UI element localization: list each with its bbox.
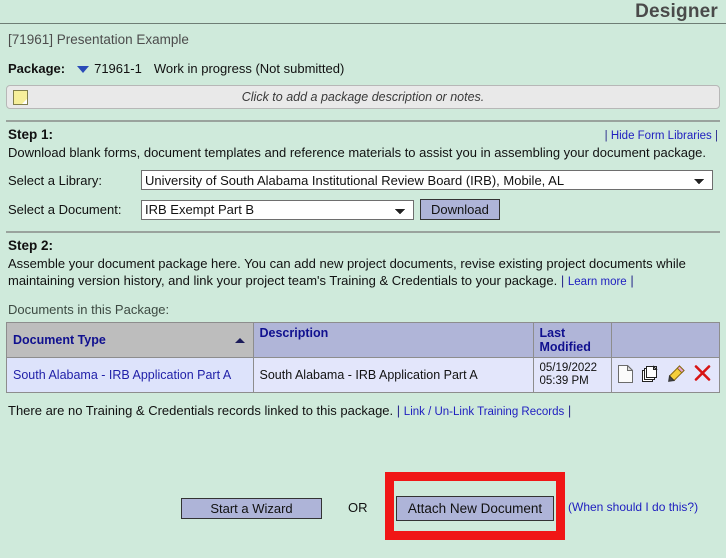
sort-ascending-icon bbox=[234, 338, 245, 343]
library-row: Select a Library: University of South Al… bbox=[0, 170, 726, 190]
separator: | bbox=[630, 273, 634, 288]
step1-links: | Hide Form Libraries | bbox=[605, 130, 718, 142]
package-notes-placeholder: Click to add a package description or no… bbox=[241, 90, 485, 104]
table-row: South Alabama - IRB Application Part A S… bbox=[7, 357, 720, 392]
app-header: Designer bbox=[0, 0, 726, 24]
last-modified-date: 05/19/2022 bbox=[539, 362, 598, 374]
package-label: Package: bbox=[8, 61, 66, 76]
documents-table-wrapper: Document Type Description Last Modified … bbox=[6, 322, 720, 393]
column-header-document-type[interactable]: Document Type bbox=[7, 323, 254, 358]
documents-in-package-label: Documents in this Package: bbox=[8, 302, 170, 317]
column-header-last-modified[interactable]: Last Modified bbox=[533, 323, 612, 358]
step2-description-line1: Assemble your document package here. You… bbox=[8, 256, 686, 271]
select-a-document-dropdown[interactable]: IRB Exempt Part B bbox=[141, 199, 414, 220]
step2-description-line2: maintaining version history, and link yo… bbox=[8, 273, 558, 288]
cell-actions bbox=[611, 357, 720, 392]
select-a-library-dropdown[interactable]: University of South Alabama Institutiona… bbox=[141, 170, 713, 190]
copy-icon[interactable] bbox=[641, 364, 659, 386]
or-label: OR bbox=[348, 500, 368, 515]
step1-label: Step 1: bbox=[8, 127, 54, 142]
document-icon[interactable] bbox=[617, 363, 634, 386]
training-message: There are no Training & Credentials reco… bbox=[8, 403, 394, 418]
package-notes-bar[interactable]: Click to add a package description or no… bbox=[6, 85, 720, 109]
page-title: Designer bbox=[635, 1, 718, 22]
chevron-down-icon[interactable] bbox=[77, 66, 90, 73]
attach-new-document-button[interactable]: Attach New Document bbox=[396, 496, 554, 521]
link-unlink-training-records-link[interactable]: Link / Un-Link Training Records bbox=[404, 406, 564, 418]
download-button[interactable]: Download bbox=[420, 199, 500, 220]
last-modified-time: 05:39 PM bbox=[539, 375, 589, 387]
document-label: Select a Document: bbox=[8, 202, 122, 217]
step2-description: Assemble your document package here. You… bbox=[0, 253, 726, 291]
column-header-label: Last Modified bbox=[539, 326, 591, 354]
package-status: Work in progress (Not submitted) bbox=[153, 61, 345, 76]
cell-last-modified: 05/19/2022 05:39 PM bbox=[533, 357, 612, 392]
document-row: Select a Document: IRB Exempt Part B Dow… bbox=[0, 199, 726, 220]
separator: | bbox=[396, 403, 401, 418]
delete-x-icon[interactable] bbox=[694, 365, 711, 385]
separator: | bbox=[715, 130, 718, 142]
cell-document-type[interactable]: South Alabama - IRB Application Part A bbox=[7, 357, 254, 392]
package-id[interactable]: 71961-1 bbox=[94, 61, 142, 76]
package-row: Package: 71961-1 Work in progress (Not s… bbox=[0, 61, 726, 76]
library-label: Select a Library: bbox=[8, 172, 102, 188]
documents-table: Document Type Description Last Modified … bbox=[7, 323, 720, 392]
start-a-wizard-button[interactable]: Start a Wizard bbox=[181, 498, 322, 519]
learn-more-link[interactable]: Learn more bbox=[568, 276, 627, 288]
column-header-actions bbox=[611, 323, 720, 358]
cell-description: South Alabama - IRB Application Part A bbox=[253, 357, 534, 392]
project-title: [71961] Presentation Example bbox=[8, 32, 189, 47]
when-should-i-do-this-link[interactable]: (When should I do this?) bbox=[568, 500, 698, 514]
column-header-label: Document Type bbox=[13, 333, 106, 347]
hide-form-libraries-link[interactable]: Hide Form Libraries bbox=[611, 130, 712, 142]
training-credentials-row: There are no Training & Credentials reco… bbox=[0, 393, 726, 418]
step1-header: Step 1: | Hide Form Libraries | bbox=[0, 122, 726, 142]
step2-header: Step 2: bbox=[0, 233, 726, 253]
table-header-row: Document Type Description Last Modified bbox=[7, 323, 720, 358]
bottom-actions: Start a Wizard OR Attach New Document (W… bbox=[0, 470, 726, 558]
step2-label: Step 2: bbox=[8, 238, 54, 253]
separator: | bbox=[560, 273, 565, 288]
column-header-label: Description bbox=[259, 326, 329, 340]
separator: | bbox=[567, 403, 572, 418]
edit-pencil-icon[interactable] bbox=[667, 365, 685, 385]
step1-description: Download blank forms, document templates… bbox=[8, 145, 707, 160]
column-header-description[interactable]: Description bbox=[253, 323, 534, 358]
separator: | bbox=[604, 130, 608, 142]
